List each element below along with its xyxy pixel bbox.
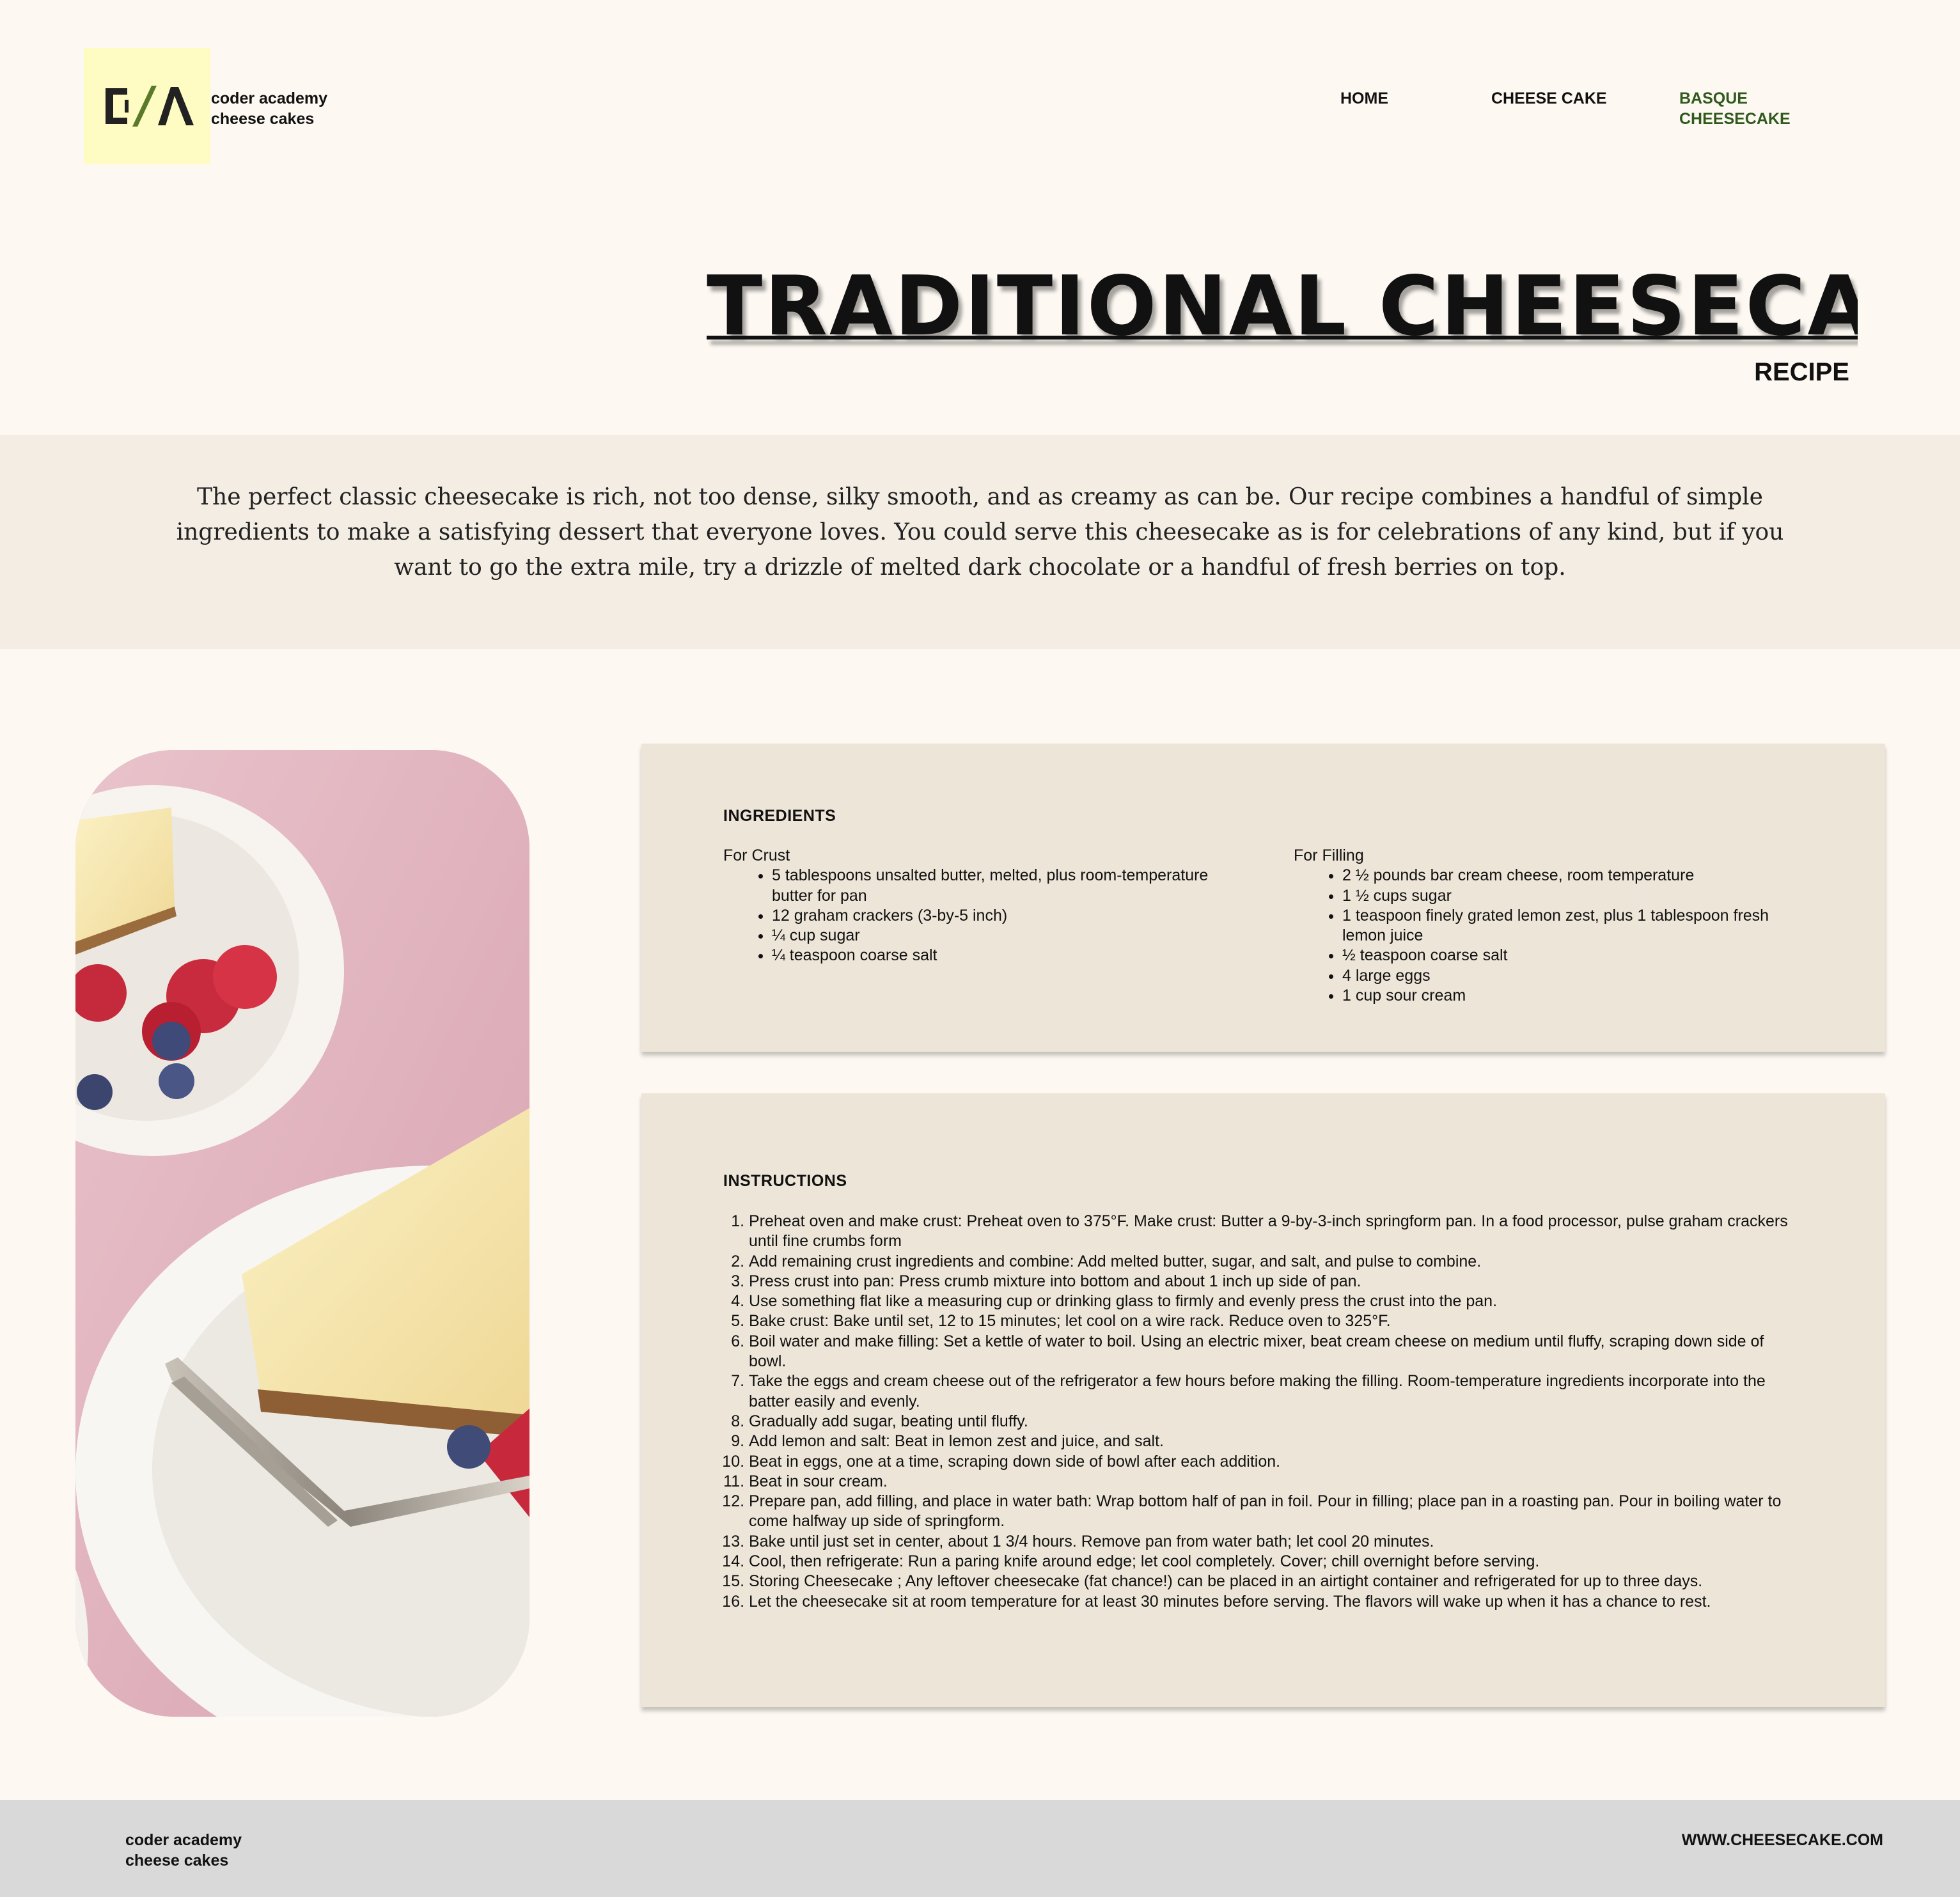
instruction-step: Cool, then refrigerate: Run a paring kni… (749, 1552, 1804, 1572)
instruction-step: Beat in eggs, one at a time, scraping do… (749, 1452, 1804, 1472)
list-item: 1 ½ cups sugar (1342, 886, 1780, 906)
nav-cheese-cake-link[interactable]: CHEESE CAKE (1491, 88, 1607, 109)
instructions-heading: INSTRUCTIONS (723, 1172, 847, 1190)
instruction-step: Gradually add sugar, beating until fluff… (749, 1412, 1804, 1432)
list-item: 1 cup sour cream (1342, 986, 1780, 1006)
instruction-step: Bake crust: Bake until set, 12 to 15 min… (749, 1311, 1804, 1331)
filling-column: For Filling 2 ½ pounds bar cream cheese,… (1294, 846, 1780, 1006)
instruction-step: Add remaining crust ingredients and comb… (749, 1252, 1804, 1272)
coder-academy-logo-icon (106, 86, 194, 127)
page-subtitle: RECIPE (1754, 358, 1849, 386)
page: coder academy cheese cakes HOME CHEESE C… (0, 0, 1960, 1897)
list-item: 4 large eggs (1342, 966, 1780, 986)
logo[interactable] (84, 48, 210, 164)
list-item: ¼ teaspoon coarse salt (772, 946, 1248, 965)
nav-basque-cheesecake-link[interactable]: BASQUE CHEESECAKE (1679, 88, 1826, 129)
list-item: ½ teaspoon coarse salt (1342, 946, 1780, 965)
instructions-list: Preheat oven and make crust: Preheat ove… (749, 1212, 1804, 1612)
instruction-step: Bake until just set in center, about 1 3… (749, 1532, 1804, 1552)
list-item: 5 tablespoons unsalted butter, melted, p… (772, 866, 1248, 906)
instruction-step: Preheat oven and make crust: Preheat ove… (749, 1212, 1804, 1252)
instruction-step: Take the eggs and cream cheese out of th… (749, 1371, 1804, 1412)
instruction-step: Let the cheesecake sit at room temperatu… (749, 1592, 1804, 1612)
footer-brand-line-2: cheese cakes (125, 1852, 229, 1870)
instruction-step: Storing Cheesecake ; Any leftover cheese… (749, 1572, 1804, 1591)
ingredients-card: INGREDIENTS For Crust 5 tablespoons unsa… (641, 744, 1885, 1052)
crust-list: 5 tablespoons unsalted butter, melted, p… (723, 866, 1248, 965)
instructions-card: INSTRUCTIONS Preheat oven and make crust… (641, 1093, 1885, 1707)
instruction-step: Use something flat like a measuring cup … (749, 1292, 1804, 1311)
intro-paragraph: The perfect classic cheesecake is rich, … (176, 484, 1784, 581)
footer-brand-line-1: coder academy (125, 1831, 242, 1849)
brand-name: coder academy cheese cakes (211, 88, 327, 129)
crust-column: For Crust 5 tablespoons unsalted butter,… (723, 846, 1248, 966)
crust-label: For Crust (723, 847, 790, 864)
list-item: 2 ½ pounds bar cream cheese, room temper… (1342, 866, 1780, 886)
instruction-step: Press crust into pan: Press crumb mixtur… (749, 1272, 1804, 1292)
cheesecake-image-icon (75, 750, 529, 1717)
list-item: ¼ cup sugar (772, 926, 1248, 946)
filling-list: 2 ½ pounds bar cream cheese, room temper… (1294, 866, 1780, 1006)
brand-line-1: coder academy (211, 90, 328, 107)
instruction-step: Boil water and make filling: Set a kettl… (749, 1332, 1804, 1372)
page-title: TRADITIONAL CHEESECAKE (707, 262, 1858, 352)
ingredients-heading: INGREDIENTS (723, 807, 836, 825)
list-item: 12 graham crackers (3-by-5 inch) (772, 906, 1248, 926)
footer-url-link[interactable]: WWW.CHEESECAKE.COM (1682, 1830, 1883, 1850)
nav-home-link[interactable]: HOME (1340, 88, 1388, 109)
brand-line-2: cheese cakes (211, 110, 315, 128)
instruction-step: Add lemon and salt: Beat in lemon zest a… (749, 1432, 1804, 1451)
instruction-step: Beat in sour cream. (749, 1472, 1804, 1492)
footer (0, 1800, 1960, 1897)
filling-label: For Filling (1294, 847, 1364, 864)
list-item: 1 teaspoon finely grated lemon zest, plu… (1342, 906, 1780, 946)
footer-brand: coder academy cheese cakes (125, 1830, 242, 1871)
instruction-step: Prepare pan, add filling, and place in w… (749, 1492, 1804, 1532)
cheesecake-photo (75, 750, 529, 1717)
